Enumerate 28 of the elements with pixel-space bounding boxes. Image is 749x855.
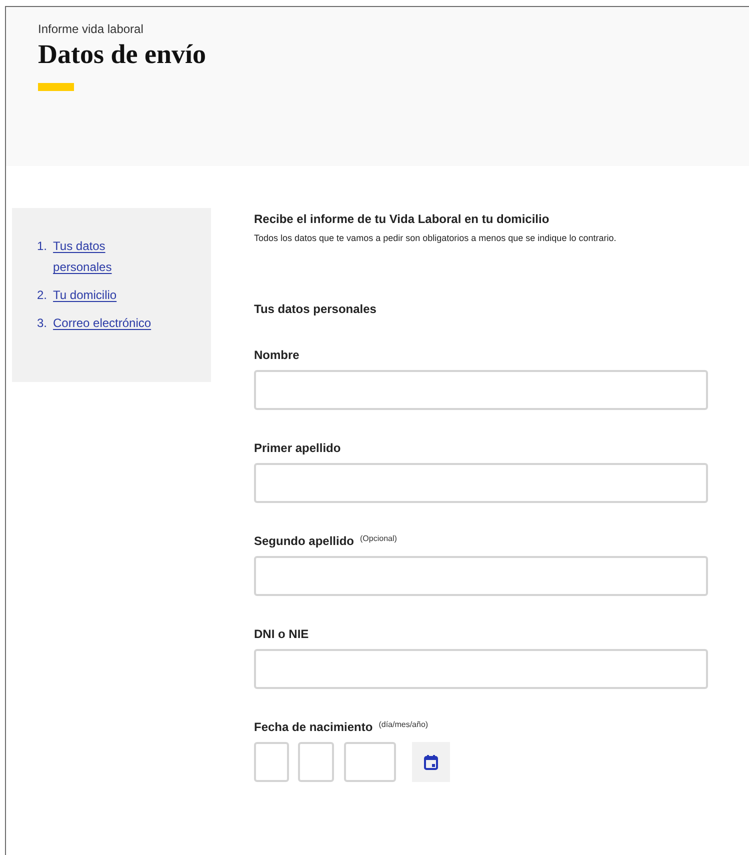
- step-link[interactable]: Tu domicilio: [53, 285, 117, 306]
- text-field[interactable]: [254, 556, 708, 596]
- step-number: 1.: [37, 238, 48, 255]
- section-title: Tus datos personales: [254, 301, 378, 317]
- step-link[interactable]: Correo electrónico: [53, 313, 152, 334]
- step-link[interactable]: Tus datos personales: [53, 236, 134, 278]
- year-field[interactable]: [344, 742, 396, 782]
- day-field[interactable]: [254, 742, 289, 782]
- field-label: DNI o NIE: [254, 626, 309, 642]
- accent-bar: [38, 83, 74, 91]
- intro-title: Recibe el informe de tu Vida Laboral en tu domicilio: [254, 211, 550, 227]
- calendar-button[interactable]: [412, 742, 450, 782]
- header-subtitle: Informe vida laboral: [38, 21, 144, 37]
- field-label: Fecha de nacimiento: [254, 719, 373, 735]
- step-number: 3.: [37, 315, 48, 332]
- text-field[interactable]: [254, 370, 708, 410]
- page-title: Datos de envío: [38, 38, 207, 70]
- text-field[interactable]: [254, 649, 708, 689]
- field-label: Primer apellido: [254, 440, 341, 456]
- calendar-icon: [424, 754, 438, 770]
- field-hint: (día/mes/año): [378, 719, 428, 731]
- text-field[interactable]: [254, 463, 708, 503]
- step-number: 2.: [37, 287, 48, 304]
- field-hint: (Opcional): [360, 533, 397, 545]
- field-label: Nombre: [254, 347, 300, 363]
- field-label: Segundo apellido: [254, 533, 354, 549]
- month-field[interactable]: [298, 742, 334, 782]
- intro-text: Todos los datos que te vamos a pedir son obligatorios a menos que se indique lo contrario.: [254, 232, 618, 244]
